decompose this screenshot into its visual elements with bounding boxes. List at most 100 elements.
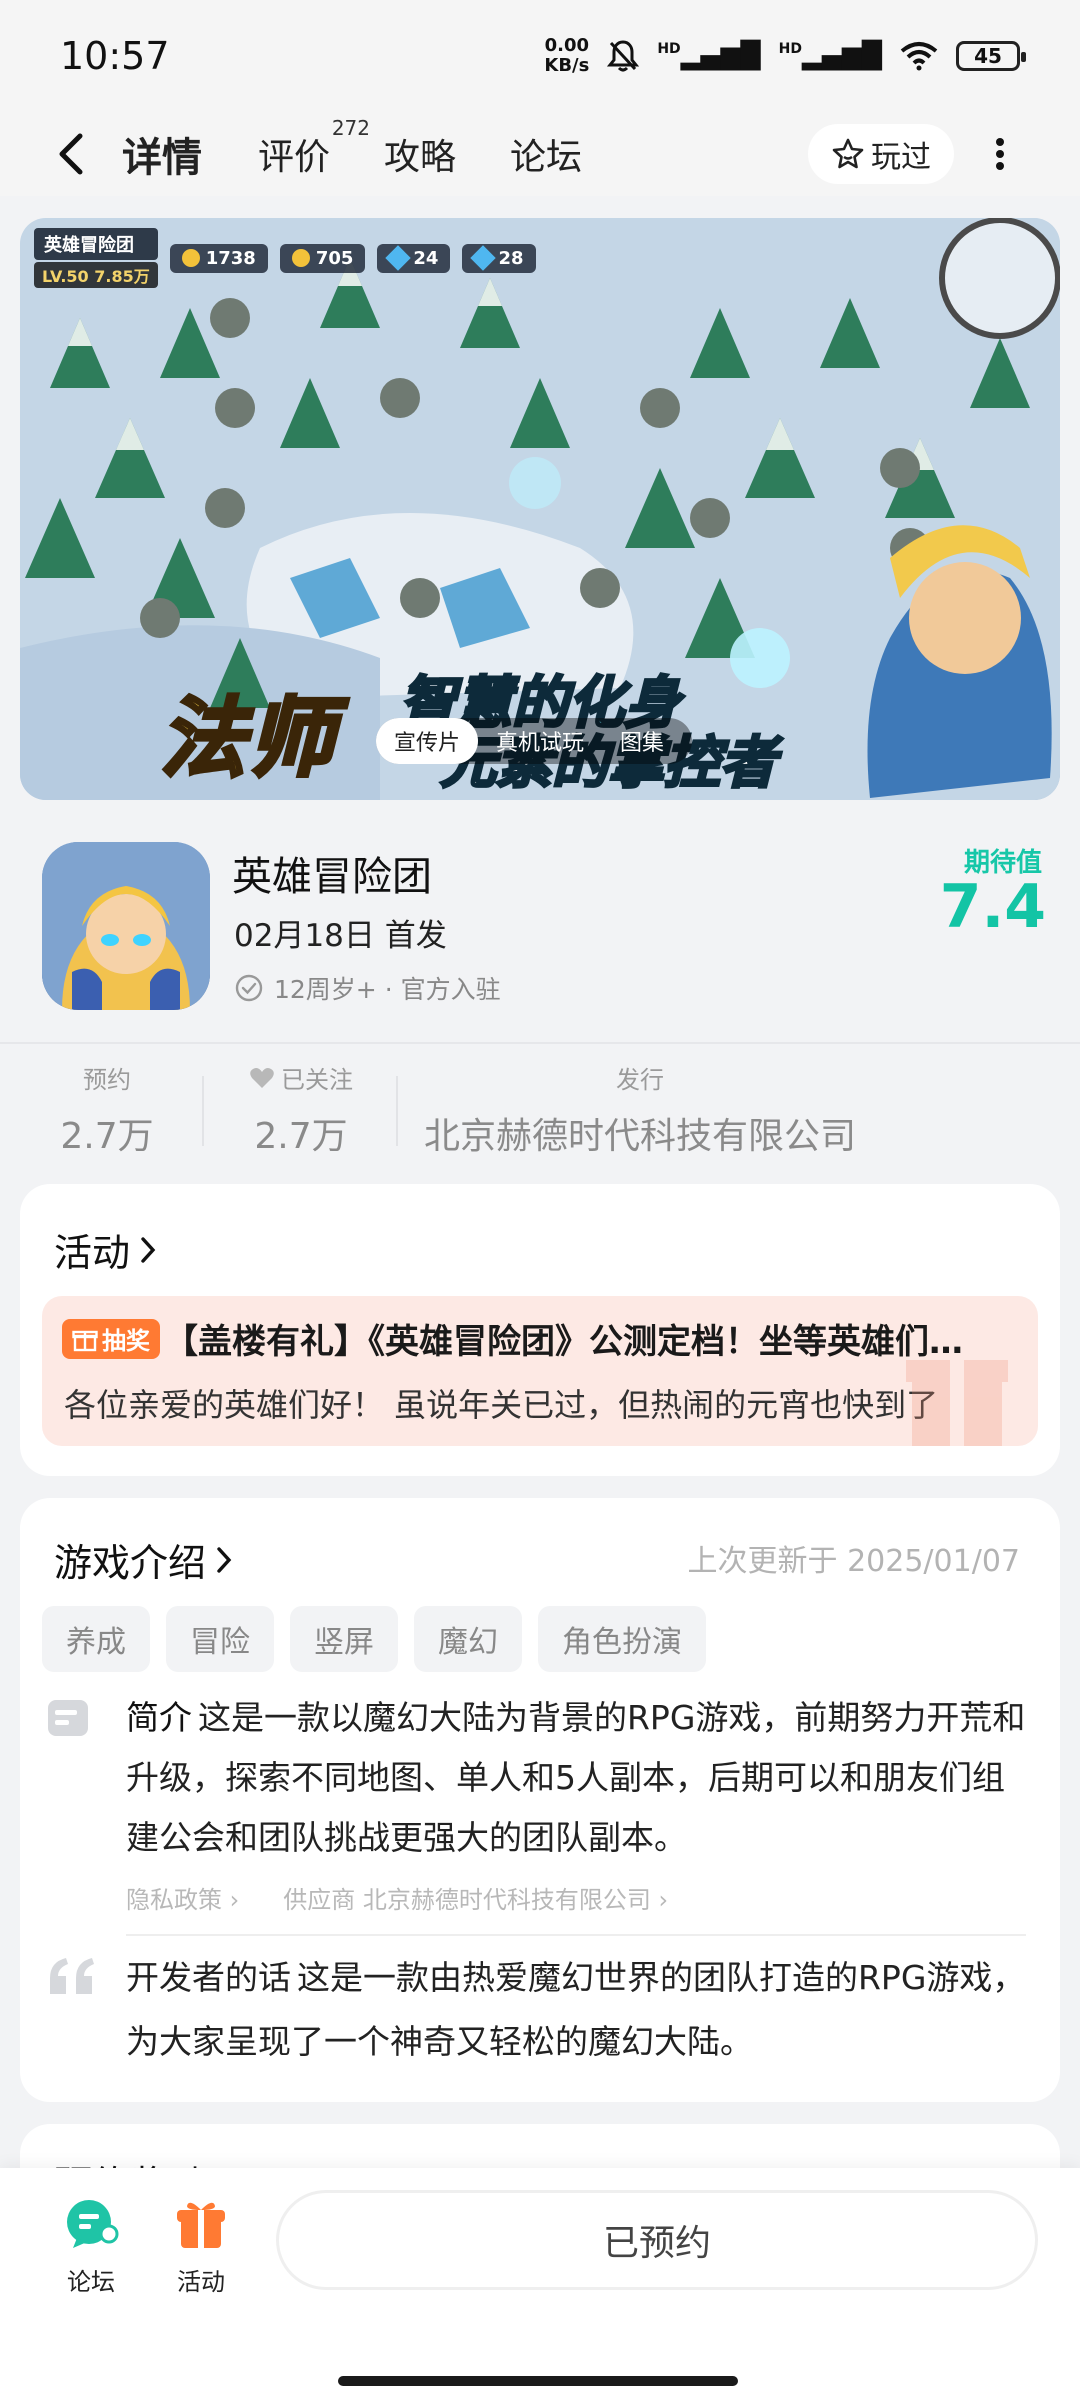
stat-followers[interactable]: 已关注 2.7万 [234,1060,368,1159]
hud-level-value: LV.50 [42,267,89,286]
hud-player: 英雄冒险团 LV.50 7.85万 [34,228,158,288]
review-count-badge: 272 [331,116,371,140]
media-switcher: 宣传片 真机试玩 图集 [376,718,693,764]
divider [0,1042,1080,1044]
stat-followers-label-text: 已关注 [281,1066,353,1094]
home-indicator[interactable] [338,2376,738,2386]
release-date: 02月18日 首发 [234,918,447,954]
forum-button[interactable]: 论坛 [46,2198,136,2297]
tab-forum-label: 论坛 [510,137,583,178]
supplier-label: 供应商 北京赫德时代科技有限公司 [283,1886,651,1914]
age-rating-label: 12周岁+ · 官方入驻 [274,975,501,1004]
played-button[interactable]: 玩过 [808,124,954,184]
status-time: 10:57 [60,34,170,78]
hud-gold-value: 1738 [205,247,256,269]
hero-portrait-icon [42,842,210,1010]
activity-section-title[interactable]: 活动 [54,1222,158,1277]
tag-item[interactable]: 角色扮演 [538,1606,706,1672]
gem-icon [470,245,497,271]
net-speed-unit: KB/s [544,55,590,76]
status-bar: 10:57 0.00 KB/s HD▂▄▆█ HD▂▄▆█ 45 [0,0,1080,112]
tag-item[interactable]: 冒险 [166,1606,274,1672]
game-title: 英雄冒险团 [232,854,432,900]
tab-guides-label: 攻略 [384,137,457,178]
tag-item[interactable]: 魔幻 [414,1606,522,1672]
activity-card: 活动 抽奖 【盖楼有礼】《英雄冒险团》公测定档！坐等英雄们回归 各位亲爱的英雄们… [20,1184,1060,1476]
tag-item[interactable]: 竖屏 [290,1606,398,1672]
coin-icon [291,249,310,267]
quote-icon [50,1958,94,1994]
stat-publisher[interactable]: 发行 北京赫德时代科技有限公司 [410,1060,870,1159]
gift-icon [72,1330,98,1351]
activity-item[interactable]: 抽奖 【盖楼有礼】《英雄冒险团》公测定档！坐等英雄们回归 各位亲爱的英雄们好！ … [42,1296,1038,1446]
tab-guides[interactable]: 攻略 [384,126,456,182]
signal-2-label: HD [778,41,803,57]
hud-gold: 1738 [169,243,268,273]
bell-muted-icon [607,40,640,72]
tag-item[interactable]: 养成 [42,1606,150,1672]
stat-divider [396,1076,398,1146]
chevron-right-icon [141,1236,156,1263]
divider [126,1934,1026,1936]
stats-row: 预约 2.7万 已关注 2.7万 发行 北京赫德时代科技有限公司 [0,1060,1080,1170]
activity-headline: 抽奖 【盖楼有礼】《英雄冒险团》公测定档！坐等英雄们回归 [62,1314,992,1363]
signal-1-label: HD [657,41,681,57]
tab-forum[interactable]: 论坛 [510,126,582,182]
media-tab-trailer[interactable]: 宣传片 [376,718,479,764]
lottery-badge-label: 抽奖 [102,1327,150,1355]
coin-icon [181,249,200,267]
played-label: 玩过 [871,140,931,175]
hud-gem: 24 [377,243,451,273]
intro-summary[interactable]: 简介 这是一款以魔幻大陆为背景的RPG游戏，前期努力开荒和升级，探索不同地图、单人… [126,1688,1026,1868]
media-tab-gameplay[interactable]: 真机试玩 [478,718,602,764]
lottery-badge: 抽奖 [62,1318,160,1359]
hud-level: LV.50 7.85万 [34,262,158,288]
status-icons: 0.00 KB/s HD▂▄▆█ HD▂▄▆█ 45 [544,36,1026,76]
gift-icon [177,2202,225,2248]
tab-details[interactable]: 详情 [118,126,206,182]
check-circle-icon [235,974,263,1002]
activity-title-text: 活动 [54,1231,131,1275]
stat-reservations-value: 2.7万 [60,1116,154,1157]
stat-reservations: 预约 2.7万 [40,1060,174,1159]
privacy-policy-label: 隐私政策 [126,1886,222,1914]
battery-level: 45 [974,44,1002,68]
last-updated: 上次更新于 2025/01/07 [687,1544,1020,1579]
activity-button[interactable]: 活动 [156,2198,246,2297]
net-speed-value: 0.00 [544,35,590,56]
activity-headline-text: 【盖楼有礼】《英雄冒险团》公测定档！坐等英雄们回归 [164,1322,992,1362]
supplier-link[interactable]: 供应商 北京赫德时代科技有限公司 › [283,1880,668,1915]
tag-list: 养成 冒险 竖屏 魔幻 角色扮演 [42,1606,706,1672]
activity-summary: 各位亲爱的英雄们好！ 虽说年关已过，但热闹的元宵也快到了 [64,1386,939,1424]
intro-title-text: 游戏介绍 [54,1541,207,1585]
battery-icon: 45 [956,41,1026,71]
chat-bubble-icon [67,2200,119,2248]
hud-gem-value: 24 [413,247,439,269]
intro-section-title[interactable]: 游戏介绍 [54,1532,234,1587]
back-arrow-icon[interactable] [52,132,92,176]
hud-coin: 705 [279,243,366,273]
signal-2-icon: HD▂▄▆█ [778,41,882,71]
media-banner[interactable]: 英雄冒险团 LV.50 7.85万 1738 705 24 28 法师 智慧的化… [20,218,1060,800]
gem-icon [385,245,412,271]
media-tab-gallery[interactable]: 图集 [602,718,682,764]
tab-details-label: 详情 [122,135,202,181]
stat-divider [202,1076,204,1146]
hud-coin-value: 705 [315,247,354,269]
game-hud: 英雄冒险团 LV.50 7.85万 1738 705 24 28 [34,228,536,288]
forum-label: 论坛 [67,2268,115,2296]
more-vertical-icon[interactable] [990,134,1010,174]
policy-row: 隐私政策 › 供应商 北京赫德时代科技有限公司 › [126,1880,668,1915]
game-meta: 12周岁+ · 官方入驻 [234,970,501,1006]
net-speed: 0.00 KB/s [544,36,589,76]
tab-reviews[interactable]: 评价 272 [258,116,370,182]
stat-publisher-label: 发行 [616,1066,664,1094]
intro-summary-label: 简介 [126,1698,192,1737]
developer-words[interactable]: 开发者的话 这是一款由热爱魔幻世界的团队打造的RPG游戏，为大家呈现了一个神奇又轻… [126,1946,1026,2074]
star-outline-icon [832,138,864,169]
reserved-button[interactable]: 已预约 [276,2190,1038,2290]
stat-followers-label: 已关注 [234,1060,368,1095]
heart-icon [250,1067,274,1088]
banner-title-class: 法师 [158,687,336,791]
privacy-policy-link[interactable]: 隐私政策 › [126,1880,239,1915]
